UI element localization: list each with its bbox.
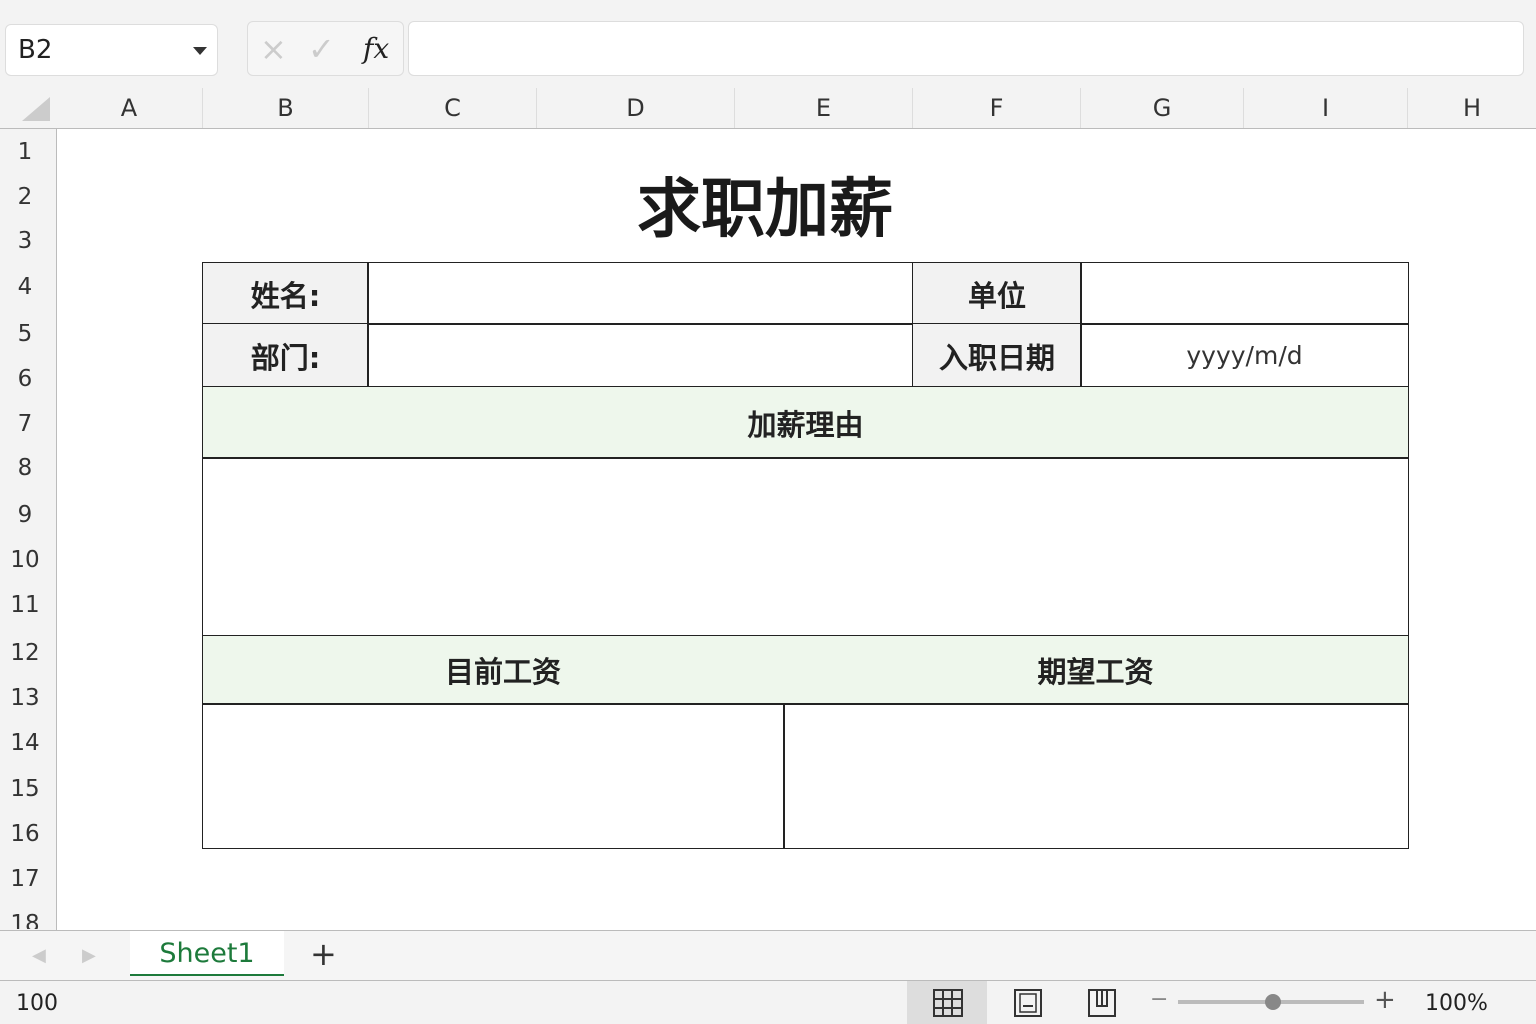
row-header[interactable]: 4 xyxy=(0,274,50,300)
formula-buttons: × ✓ fx xyxy=(247,21,404,76)
row-header[interactable]: 3 xyxy=(0,228,50,254)
reason-header: 加薪理由 xyxy=(202,386,1409,459)
zoom-out-button[interactable]: − xyxy=(1150,987,1168,1012)
fx-icon[interactable]: fx xyxy=(363,32,389,65)
current-salary-header: 目前工资 xyxy=(444,655,561,689)
zoom-slider-thumb[interactable] xyxy=(1265,994,1281,1010)
hire-date-label: 入职日期 xyxy=(912,323,1082,388)
row-header[interactable]: 17 xyxy=(0,866,50,892)
normal-view-button[interactable] xyxy=(907,981,987,1024)
dept-label: 部门: xyxy=(202,323,369,388)
row-header[interactable]: 16 xyxy=(0,821,50,847)
column-header[interactable]: H xyxy=(1408,88,1536,128)
row-header[interactable]: 8 xyxy=(0,455,50,481)
name-label: 姓名: xyxy=(202,262,369,325)
unit-label: 单位 xyxy=(912,262,1082,325)
formula-input[interactable] xyxy=(408,21,1524,76)
column-header-bar: A B C D E F G I H xyxy=(0,88,1536,129)
cancel-icon[interactable]: × xyxy=(260,30,287,68)
expected-salary-input[interactable] xyxy=(783,703,1409,849)
page-layout-view-icon[interactable] xyxy=(1014,989,1042,1017)
column-header[interactable]: D xyxy=(537,88,735,128)
scroll-left-icon[interactable]: ◀ xyxy=(32,945,46,966)
unit-input[interactable] xyxy=(1080,262,1409,325)
name-input[interactable] xyxy=(367,262,914,325)
row-header[interactable]: 7 xyxy=(0,411,50,437)
sheet-tab-sheet1[interactable]: Sheet1 xyxy=(130,931,284,976)
status-bar: 100 − + 100% xyxy=(0,981,1536,1024)
row-header[interactable]: 1 xyxy=(0,139,50,165)
name-box-value: B2 xyxy=(18,35,53,65)
enter-icon[interactable]: ✓ xyxy=(308,30,335,68)
row-header[interactable]: 12 xyxy=(0,640,50,666)
row-header[interactable]: 15 xyxy=(0,776,50,802)
current-salary-input[interactable] xyxy=(202,703,785,849)
page-break-view-icon[interactable] xyxy=(1088,989,1116,1017)
dept-input[interactable] xyxy=(367,323,914,388)
row-header[interactable]: 5 xyxy=(0,321,50,347)
grid-view-icon xyxy=(933,989,963,1017)
column-header[interactable]: B xyxy=(203,88,369,128)
row-header[interactable]: 10 xyxy=(0,547,50,573)
zoom-in-button[interactable]: + xyxy=(1374,985,1396,1015)
row-header[interactable]: 2 xyxy=(0,184,50,210)
expected-salary-header: 期望工资 xyxy=(1037,655,1154,689)
status-text: 100 xyxy=(16,991,58,1016)
scroll-right-icon[interactable]: ▶ xyxy=(82,945,96,966)
column-header[interactable]: E xyxy=(735,88,913,128)
form-title[interactable]: 求职加薪 xyxy=(560,158,970,250)
row-header[interactable]: 11 xyxy=(0,592,50,618)
column-header[interactable]: I xyxy=(1244,88,1408,128)
name-box[interactable]: B2 xyxy=(5,24,218,76)
column-header[interactable]: G xyxy=(1081,88,1244,128)
row-header[interactable]: 14 xyxy=(0,730,50,756)
zoom-level[interactable]: 100% xyxy=(1425,991,1488,1016)
column-header[interactable]: C xyxy=(369,88,537,128)
add-sheet-button[interactable]: + xyxy=(310,935,337,973)
reason-input[interactable] xyxy=(202,457,1409,637)
row-header[interactable]: 18 xyxy=(0,911,50,929)
row-header[interactable]: 6 xyxy=(0,366,50,392)
select-all-corner[interactable] xyxy=(22,97,50,121)
salary-header-row: 目前工资 期望工资 xyxy=(202,635,1409,705)
row-header[interactable]: 9 xyxy=(0,502,50,528)
hire-date-input[interactable]: yyyy/m/d xyxy=(1080,323,1409,388)
column-header[interactable]: A xyxy=(56,88,203,128)
column-header[interactable]: F xyxy=(913,88,1081,128)
chevron-down-icon[interactable] xyxy=(193,47,207,55)
row-header[interactable]: 13 xyxy=(0,685,50,711)
